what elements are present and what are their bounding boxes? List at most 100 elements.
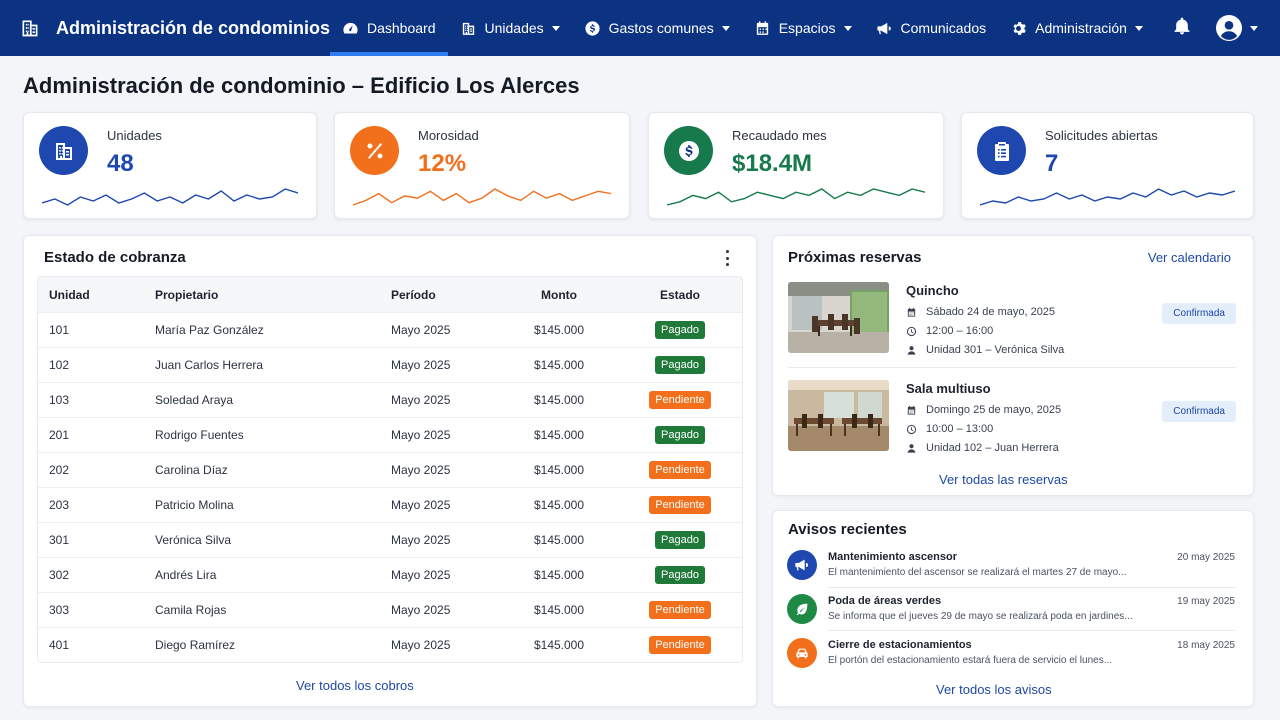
kpi-card-1[interactable]: Morosidad 12% [334,112,630,219]
kpi-value: 12% [418,150,467,177]
user-menu[interactable] [1216,15,1258,41]
nav-item-gastos-comunes[interactable]: Gastos comunes [572,0,742,56]
cell-unit: 401 [49,638,70,652]
cell-amount: $145.000 [533,498,585,512]
table-row[interactable]: 302 Andrés Lira Mayo 2025 $145.000 Pagado [38,557,742,592]
notice-date: 19 may 2025 [1177,596,1235,607]
kpi-label: Morosidad [418,128,479,143]
table-row[interactable]: 301 Verónica Silva Mayo 2025 $145.000 Pagado [38,522,742,557]
divider [828,630,1235,631]
cell-amount: $145.000 [533,323,585,337]
column-header[interactable]: Monto [500,288,618,302]
cell-amount: $145.000 [533,638,585,652]
notice-text: El portón del estacionamiento estará fue… [828,655,1113,666]
page-title: Administración de condominio – Edificio … [23,73,580,98]
panel-title: Próximas reservas [788,249,922,266]
cell-owner: Camila Rojas [155,603,227,617]
nav-item-comunicados[interactable]: Comunicados [864,0,999,56]
bell-icon [1174,17,1190,34]
table-row[interactable]: 201 Rodrigo Fuentes Mayo 2025 $145.000 Pagad… [38,417,742,452]
sparkline [42,188,298,206]
cell-period: Mayo 2025 [391,603,451,617]
nav-item-dashboard[interactable]: Dashboard [330,0,448,56]
kpi-icon-badge [39,126,88,175]
space-name: Quincho [906,283,959,298]
table-row[interactable]: 103 Soledad Araya Mayo 2025 $145.000 Pendien… [38,382,742,417]
view-calendar-link[interactable]: Ver calendario [1148,250,1231,265]
table-row[interactable]: 401 Diego Ramírez Mayo 2025 $145.000 Pendien… [38,627,742,662]
reservas-panel: Próximas reservas Ver calendario Quincho… [772,235,1254,496]
nav-item-administracion[interactable]: Administración [998,0,1155,56]
kpi-card-3[interactable]: Solicitudes abiertas 7 [961,112,1254,219]
cell-unit: 201 [49,428,70,442]
status-badge: Confirmada [1162,401,1236,422]
kpi-label: Recaudado mes [732,128,827,143]
panel-title: Avisos recientes [788,521,907,538]
space-photo [788,380,889,451]
reservation-item[interactable]: Quincho Sábado 24 de mayo, 2025 12:00 – 16… [788,282,1236,356]
cell-period: Mayo 2025 [391,393,451,407]
cell-owner: María Paz González [155,323,264,337]
chevron-down-icon [721,25,730,31]
notice-item[interactable]: Cierre de estacionamientos El portón del … [787,638,1235,678]
view-all-reservations-link[interactable]: Ver todas las reservas [939,472,1068,487]
cell-period: Mayo 2025 [391,428,451,442]
table-row[interactable]: 102 Juan Carlos Herrera Mayo 2025 $145.000 P… [38,347,742,382]
space-name: Sala multiuso [906,381,991,396]
notice-item[interactable]: Poda de áreas verdes Se informa que el ju… [787,594,1235,634]
notice-text: Se informa que el jueves 29 de mayo se r… [828,611,1133,622]
column-header[interactable]: Período [380,288,500,302]
table-row[interactable]: 101 María Paz González Mayo 2025 $145.000 Pa… [38,312,742,347]
calendar-icon [907,405,916,415]
table-row[interactable]: 203 Patricio Molina Mayo 2025 $145.000 Pendi… [38,487,742,522]
car-icon [796,648,808,659]
clock-icon [906,424,917,434]
divider [828,587,1235,588]
reservation-date: Domingo 25 de mayo, 2025 [926,404,1062,416]
view-all-notices-link[interactable]: Ver todos los avisos [936,682,1052,697]
chevron-down-icon [1250,25,1258,31]
notifications-button[interactable] [1172,16,1192,41]
view-all-payments-link[interactable]: Ver todos los cobros [296,678,414,693]
notice-icon-badge [787,550,817,580]
kpi-card-0[interactable]: Unidades 48 [23,112,317,219]
status-badge: Pagado [655,426,705,444]
clock-icon [906,326,917,336]
nav-item-unidades[interactable]: Unidades [448,0,572,56]
percent-icon [367,142,382,159]
chevron-down-icon [843,25,852,31]
brand[interactable]: Administración de condominios [0,14,330,42]
leaf-icon [796,603,808,616]
table-row[interactable]: 303 Camila Rojas Mayo 2025 $145.000 Pendient… [38,592,742,627]
reservation-item[interactable]: Sala multiuso Domingo 25 de mayo, 2025 10:… [788,380,1236,454]
nav-item-label: Dashboard [367,20,436,36]
kpi-card-2[interactable]: Recaudado mes $18.4M [648,112,944,219]
nav-item-espacios[interactable]: Espacios [742,0,864,56]
sparkline [353,188,611,206]
notice-item[interactable]: Mantenimiento ascensor El mantenimiento d… [787,550,1235,590]
reservation-date: Sábado 24 de mayo, 2025 [926,306,1056,318]
kpi-icon-badge [977,126,1026,175]
nav-item-label: Administración [1035,20,1127,36]
cell-amount: $145.000 [533,358,585,372]
status-badge: Pagado [655,566,705,584]
kpi-label: Unidades [107,128,162,143]
megaphone-icon [876,22,891,34]
cell-unit: 101 [49,323,70,337]
column-header[interactable]: Propietario [144,288,380,302]
status-badge: Pagado [655,321,705,339]
cell-unit: 303 [49,603,70,617]
status-badge: Confirmada [1162,303,1236,324]
dollar-icon [678,140,699,161]
cell-amount: $145.000 [533,568,585,582]
building-icon [55,142,72,160]
more-options-icon[interactable] [722,250,732,266]
table-row[interactable]: 202 Carolina Díaz Mayo 2025 $145.000 Pendien… [38,452,742,487]
column-header[interactable]: Estado [618,288,742,302]
app-title: Administración de condominios [55,17,330,38]
sparkline-line [42,188,298,206]
column-header[interactable]: Unidad [38,288,144,302]
chevron-down-icon [1134,25,1143,31]
notice-date: 20 may 2025 [1177,552,1235,563]
cell-owner: Andrés Lira [155,568,217,582]
